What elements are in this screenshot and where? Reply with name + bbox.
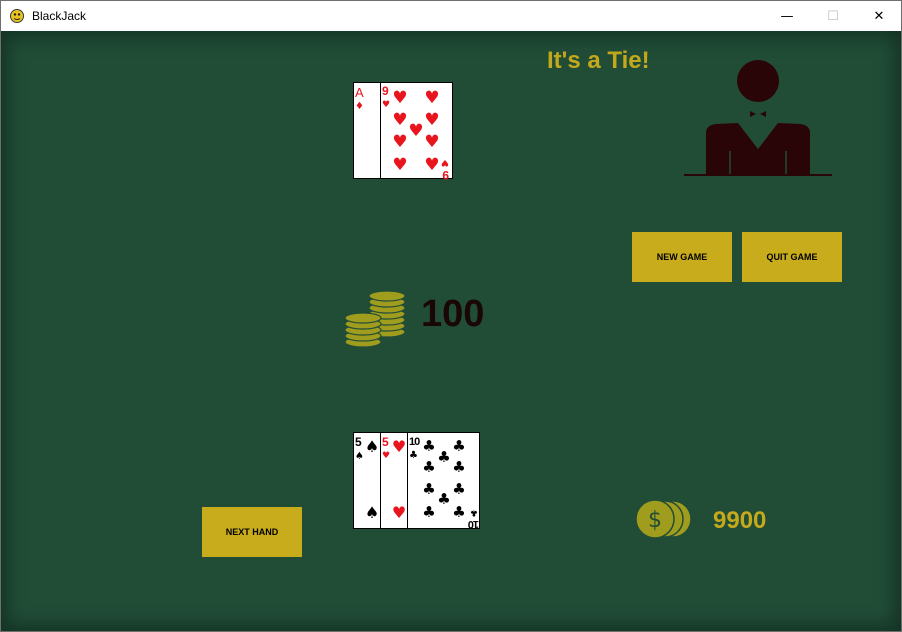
next-hand-button[interactable]: NEXT HAND xyxy=(202,507,302,557)
svg-text:♥: ♥ xyxy=(392,110,407,130)
card-suit: ♦ xyxy=(355,101,364,112)
svg-text:♥: ♥ xyxy=(424,110,439,130)
svg-text:♣: ♣ xyxy=(437,448,450,466)
card-rank: 5 xyxy=(382,435,389,449)
svg-text:♣: ♣ xyxy=(422,503,435,521)
game-window: BlackJack — ☐ ✕ A ♦ 9 ♥ ♥ ♥ ♥ ♥ ♥ ♥ ♥ ♥ … xyxy=(0,0,902,632)
card-rank: 10 xyxy=(409,436,420,448)
svg-text:♣: ♣ xyxy=(422,437,435,455)
title-bar[interactable]: BlackJack — ☐ ✕ xyxy=(1,1,901,31)
svg-text:♣: ♣ xyxy=(422,480,435,498)
dollar-icon: $ xyxy=(648,508,662,533)
svg-text:♣: ♣ xyxy=(452,480,465,498)
svg-text:♣: ♣ xyxy=(437,490,450,508)
svg-text:♠: ♠ xyxy=(365,437,379,456)
svg-text:♥: ♥ xyxy=(408,121,423,141)
svg-text:♣: ♣ xyxy=(452,437,465,455)
svg-text:♣: ♣ xyxy=(452,458,465,476)
maximize-button[interactable]: ☐ xyxy=(810,1,856,31)
svg-text:♥: ♥ xyxy=(441,157,449,167)
card-suit: ♥ xyxy=(382,451,390,461)
svg-text:♣: ♣ xyxy=(422,458,435,476)
svg-text:9: 9 xyxy=(442,168,449,180)
player-hand: 5 ♠ ♠ ♠ 5 ♥ ♥ ♥ 10 ♣ ♣ ♣ ♣ ♣ ♣ ♣ ♣ ♣ ♣ ♣… xyxy=(353,432,480,530)
card-suit: ♥ xyxy=(382,100,390,110)
card-rank: A xyxy=(355,85,364,100)
card-suit: ♣ xyxy=(409,450,418,461)
svg-text:♥: ♥ xyxy=(392,437,406,456)
card-rank: 9 xyxy=(382,84,389,98)
new-game-button[interactable]: NEW GAME xyxy=(632,232,732,282)
game-table: A ♦ 9 ♥ ♥ ♥ ♥ ♥ ♥ ♥ ♥ ♥ ♥ 9 ♥ It's a Tie… xyxy=(1,31,901,631)
window-title: BlackJack xyxy=(32,9,87,23)
card-ten-of-clubs: 10 ♣ ♣ ♣ ♣ ♣ ♣ ♣ ♣ ♣ ♣ ♣ 10 ♣ xyxy=(407,432,480,530)
chip-stack-icon xyxy=(345,290,406,348)
close-button[interactable]: ✕ xyxy=(856,1,902,31)
svg-text:♥: ♥ xyxy=(392,132,407,152)
svg-text:♥: ♥ xyxy=(424,132,439,152)
result-message: It's a Tie! xyxy=(547,47,650,74)
bet-amount: 100 xyxy=(421,293,485,335)
svg-text:♣: ♣ xyxy=(452,503,465,521)
svg-text:10: 10 xyxy=(468,518,479,530)
svg-text:♥: ♥ xyxy=(392,88,407,108)
svg-text:♥: ♥ xyxy=(424,88,439,108)
dealer-hand: A ♦ 9 ♥ ♥ ♥ ♥ ♥ ♥ ♥ ♥ ♥ ♥ 9 ♥ xyxy=(353,82,453,180)
card-nine-of-hearts: 9 ♥ ♥ ♥ ♥ ♥ ♥ ♥ ♥ ♥ ♥ 9 ♥ xyxy=(380,82,453,180)
pygame-snake-icon xyxy=(10,9,24,23)
svg-text:♥: ♥ xyxy=(392,503,406,522)
bank-balance: 9900 xyxy=(713,507,767,534)
minimize-button[interactable]: — xyxy=(764,1,810,31)
svg-text:♠: ♠ xyxy=(365,503,379,522)
coin-stack-icon: $ xyxy=(635,499,692,539)
svg-text:♥: ♥ xyxy=(424,155,439,175)
card-suit: ♠ xyxy=(355,451,364,462)
dealer-icon xyxy=(684,60,832,176)
svg-text:♥: ♥ xyxy=(392,155,407,175)
quit-game-button[interactable]: QUIT GAME xyxy=(742,232,842,282)
card-rank: 5 xyxy=(355,435,362,449)
svg-text:♣: ♣ xyxy=(470,507,478,517)
